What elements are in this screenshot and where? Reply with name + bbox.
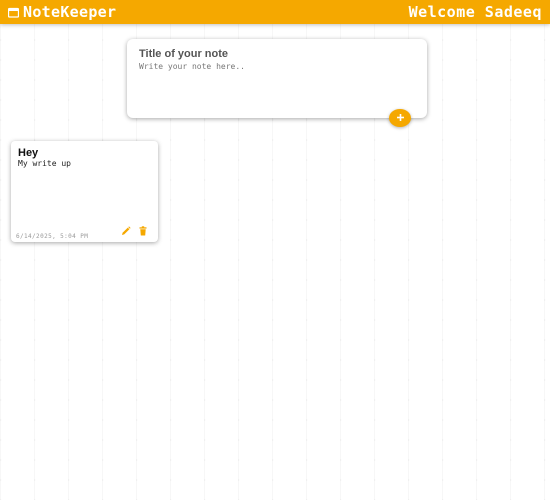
note-actions (120, 225, 148, 237)
note-content-input[interactable] (139, 62, 414, 104)
pencil-icon (121, 223, 131, 241)
delete-note-button[interactable] (137, 225, 148, 237)
note-timestamp: 6/14/2025, 5:04 PM (16, 233, 89, 240)
note-title: Hey (18, 147, 39, 159)
note-icon (8, 1, 22, 23)
note-card: Hey My write up 6/14/2025, 5:04 PM (11, 141, 158, 242)
app-brand: NoteKeeper (8, 1, 116, 23)
add-note-button[interactable] (389, 109, 411, 127)
create-note-card (127, 39, 427, 118)
app-header: NoteKeeper Welcome Sadeeq (0, 0, 550, 24)
plus-icon (396, 109, 405, 127)
trash-icon (138, 223, 148, 241)
note-title-input[interactable] (139, 47, 409, 61)
welcome-message: Welcome Sadeeq (408, 3, 542, 21)
app-title: NoteKeeper (23, 3, 117, 21)
edit-note-button[interactable] (120, 225, 131, 237)
note-content: My write up (18, 159, 71, 168)
